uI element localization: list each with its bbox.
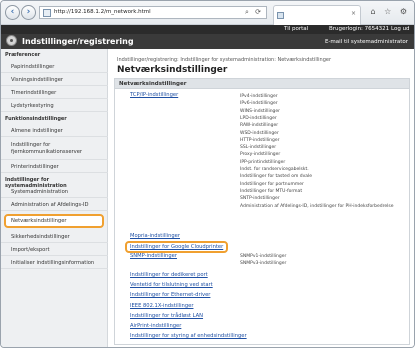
tcpip-sub-item: RAW-indstillinger [240, 123, 279, 129]
tab-icon [277, 12, 284, 19]
portal-link[interactable]: Til portal [284, 26, 308, 32]
tcpip-sub-item: Indstillinger for portnummer [240, 181, 304, 187]
sidebar-item-timer[interactable]: Timerindstillinger [1, 87, 108, 99]
sidebar-item-remote-server[interactable]: Indstillinger for fjernkommunikationsser… [1, 138, 108, 160]
tcpip-sub-item: LPD-indstillinger [240, 115, 277, 121]
sidebar-section-functions: Funktionsindstillinger [5, 116, 67, 122]
page-title: Netværksindstillinger [117, 65, 228, 75]
snmp-settings-link[interactable]: SNMP-indstillinger [130, 253, 177, 259]
network-settings-panel: Netværksindstillinger TCP/IP-indstilling… [114, 78, 410, 345]
sidebar-item-network[interactable]: Netværksindstillinger [4, 214, 104, 228]
breadcrumb: Indstillinger/registrering: Indstillinge… [117, 57, 331, 63]
snmp-sub-item: SNMPv1-indstillinger [240, 254, 287, 259]
site-icon [43, 9, 51, 17]
tcpip-sub-item: SNTP-indstillinger [240, 196, 280, 202]
google-cloud-print-link[interactable]: Indstillinger for Google Cloudprinter [125, 241, 229, 253]
main-content: Indstillinger/registrering: Indstillinge… [109, 49, 414, 347]
tcpip-sub-item: WSD-indstillinger [240, 130, 279, 136]
sidebar-item-printer[interactable]: Printerindstillinger [1, 161, 108, 173]
app-header: Til portal Brugerlogin: 7654321 Log ud I… [1, 25, 414, 49]
sidebar-item-import-export[interactable]: Import/eksport [1, 244, 108, 256]
login-info: Brugerlogin: 7654321 [329, 26, 390, 32]
browser-window: ‹ › http://192.168.1.2/m_network.html ⌕ … [0, 0, 415, 348]
tcpip-sub-item: IPv6-indstillinger [240, 101, 278, 107]
browser-tab[interactable]: × [273, 5, 361, 25]
app-title: Indstillinger/registrering [22, 37, 134, 46]
sidebar-item-system-admin[interactable]: Systemadministration [1, 186, 108, 198]
sidebar-item-paper[interactable]: Papirindstillinger [1, 61, 108, 73]
tcpip-sub-item: Indstillinger for tasted om dvale [240, 174, 313, 180]
panel-header: Netværksindstillinger [115, 79, 409, 89]
window-icons[interactable]: ⌂ ☆ ⚙ [370, 7, 410, 16]
mopria-settings-link[interactable]: Mopria-indstillinger [130, 233, 180, 239]
tcpip-sub-item: WINS-indstillinger [240, 108, 281, 114]
tcpip-settings-link[interactable]: TCP/IP-indstillinger [130, 92, 178, 98]
sidebar-item-display[interactable]: Visningsindstillinger [1, 74, 108, 86]
tcpip-sub-item: SSL-indstillinger [240, 145, 277, 151]
tcpip-sub-item: Indst. for randservicegabelskt. [240, 167, 309, 172]
settings-logo-icon [6, 35, 17, 46]
network-link-0[interactable]: Indstillinger for dedikeret port [130, 272, 208, 278]
browser-toolbar: ‹ › http://192.168.1.2/m_network.html ⌕ … [1, 1, 414, 25]
sidebar-item-security[interactable]: Sikkerhedsindstillinger [1, 231, 108, 243]
email-admin-link[interactable]: E-mail til systemadministrator [325, 39, 408, 45]
network-link-5[interactable]: AirPrint-indstillinger [130, 323, 181, 329]
network-link-3[interactable]: IEEE 802.1X-indstillinger [130, 303, 193, 309]
tcpip-sub-item: Indstillinger for MTU-format [240, 188, 303, 194]
panel-title: Netværksindstillinger [119, 81, 187, 87]
tcpip-sub-item: IPv4-indstillinger [240, 94, 278, 99]
snmp-sub-item: SNMPv3-indstillinger [240, 261, 287, 266]
network-link-1[interactable]: Ventetid for tilslutning ved start [130, 282, 213, 288]
forward-button[interactable]: › [21, 5, 36, 20]
search-refresh-icons[interactable]: ⌕ ⟳ [245, 8, 263, 17]
network-link-2[interactable]: Indstillinger for Ethernet-driver [130, 292, 210, 298]
close-icon[interactable]: × [351, 10, 356, 17]
sidebar-item-dept-id[interactable]: Administration af Afdelings-ID [1, 199, 108, 211]
tcpip-sub-item: Administration af Afdelings-ID, indstill… [240, 203, 394, 209]
back-button[interactable]: ‹ [5, 5, 20, 20]
sidebar-item-initialize[interactable]: Initialiser indstillingsinformation [1, 257, 108, 269]
sidebar-section-preferences: Præferencer [5, 52, 41, 58]
tcpip-sub-item: HTTP-indstillinger [240, 137, 280, 143]
sidebar: Præferencer Papirindstillinger Visningsi… [1, 49, 108, 347]
logout-link[interactable]: Log ud [391, 26, 410, 32]
sidebar-item-volume[interactable]: Lydstyrkestyring [1, 100, 108, 112]
tcpip-sub-item: Proxy-indstillinger [240, 152, 281, 158]
address-url: http://192.168.1.2/m_network.html [54, 9, 151, 15]
network-link-4[interactable]: Indstillinger for trådløst LAN [130, 313, 203, 319]
network-link-6[interactable]: Indstillinger for styring af enhedsindst… [130, 333, 247, 339]
address-bar[interactable]: http://192.168.1.2/m_network.html ⌕ ⟳ [39, 6, 267, 19]
tcpip-sub-item: IPP-printindstillinger [240, 159, 286, 165]
sidebar-item-general[interactable]: Almene indstillinger [1, 125, 108, 137]
